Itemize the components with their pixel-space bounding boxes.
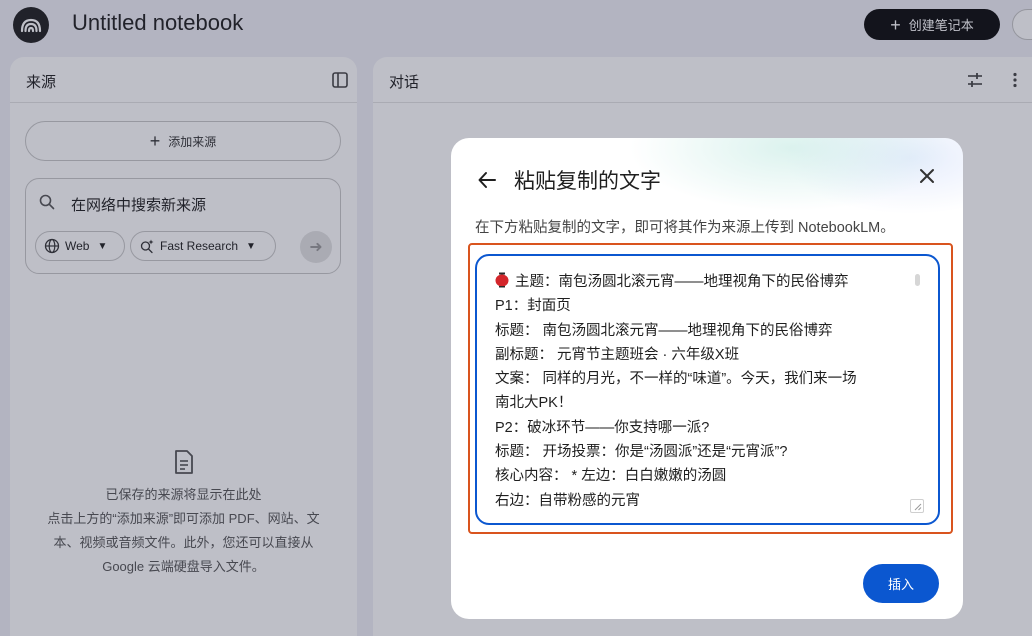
text-area-content[interactable]: 主题：南包汤圆北滚元宵——地理视角下的民俗博弈 P1：封面页 标题： 南包汤圆北…: [495, 270, 915, 513]
text-line: P1：封面页: [495, 298, 571, 315]
close-button[interactable]: [913, 162, 941, 190]
back-button[interactable]: [473, 166, 501, 194]
paste-text-dialog: 粘贴复制的文字 在下方粘贴复制的文字，即可将其作为来源上传到 NotebookL…: [451, 138, 963, 619]
insert-button[interactable]: 插入: [863, 564, 939, 603]
resize-handle-icon[interactable]: [910, 499, 924, 513]
text-line: 南北大PK！: [495, 395, 573, 412]
dialog-description: 在下方粘贴复制的文字，即可将其作为来源上传到 NotebookLM。: [475, 220, 895, 236]
text-line: 标题： 开场投票：你是“汤圆派”还是“元宵派”?: [495, 444, 788, 461]
text-line: 主题：南包汤圆北滚元宵——地理视角下的民俗博弈: [495, 270, 915, 294]
arrow-back-icon: [478, 172, 496, 188]
dialog-title: 粘贴复制的文字: [514, 170, 661, 193]
lantern-emoji-icon: [495, 272, 509, 288]
scrollbar-thumb[interactable]: [915, 274, 920, 286]
text-line: 核心内容： * 左边：白白嫩嫩的汤圆: [495, 468, 727, 485]
text-line: 标题： 南包汤圆北滚元宵——地理视角下的民俗博弈: [495, 322, 833, 339]
text-line: 文案： 同样的月光，不一样的“味道”。今天，我们来一场: [495, 371, 857, 388]
text-line: 右边：自带粉感的元宵: [495, 492, 640, 509]
paste-text-area[interactable]: 主题：南包汤圆北滚元宵——地理视角下的民俗博弈 P1：封面页 标题： 南包汤圆北…: [475, 254, 940, 525]
close-icon: [920, 169, 934, 183]
text-line: P2：破冰环节——你支持哪一派?: [495, 419, 710, 436]
text-line: 副标题： 元宵节主题班会 · 六年级X班: [495, 346, 740, 363]
